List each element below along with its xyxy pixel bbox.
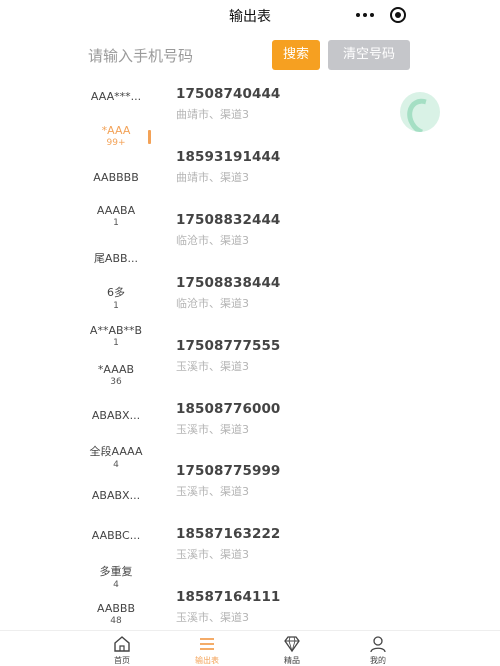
- number-list-item[interactable]: 17508777555 玉溪市、渠道3: [176, 338, 416, 398]
- number-location: 曲靖市、渠道3: [176, 171, 249, 184]
- number-location: 临沧市、渠道3: [176, 234, 249, 247]
- category-item[interactable]: 全段AAAA 4: [76, 443, 156, 470]
- category-item[interactable]: *AAAB 36: [76, 363, 156, 387]
- number-location: 曲靖市、渠道3: [176, 108, 249, 121]
- category-item-active[interactable]: *AAA 99+: [76, 124, 156, 148]
- category-label: 多重复: [99, 565, 133, 578]
- category-count: 1: [113, 301, 119, 311]
- category-label: *AAAB: [97, 363, 135, 376]
- phone-number: 18587164111: [176, 589, 281, 605]
- category-label: ABABX...: [91, 409, 141, 422]
- category-count: 48: [110, 616, 122, 626]
- category-label: AABBC...: [91, 529, 141, 542]
- number-location: 玉溪市、渠道3: [176, 548, 249, 561]
- category-label: A**AB**B: [89, 324, 143, 337]
- category-count: 1: [113, 218, 119, 228]
- number-list-item[interactable]: 18593191444 曲靖市、渠道3: [176, 149, 416, 209]
- clear-numbers-button[interactable]: 清空号码: [328, 40, 410, 70]
- close-target-icon[interactable]: [390, 7, 406, 23]
- category-count: 4: [113, 460, 119, 470]
- more-icon[interactable]: [354, 6, 378, 22]
- number-location: 临沧市、渠道3: [176, 297, 249, 310]
- category-item[interactable]: ABABX...: [76, 489, 156, 502]
- phone-number: 17508740444: [176, 86, 281, 102]
- tab-label: 精品: [284, 656, 300, 665]
- tab-output[interactable]: 输出表: [177, 635, 237, 666]
- category-label: AAA***...: [90, 90, 142, 103]
- tab-premium[interactable]: 精品: [262, 635, 322, 666]
- number-location: 玉溪市、渠道3: [176, 485, 249, 498]
- phone-number: 18508776000: [176, 401, 281, 417]
- number-list-item[interactable]: 18587163222 玉溪市、渠道3: [176, 526, 416, 586]
- user-icon: [370, 636, 386, 653]
- category-item[interactable]: AABBC...: [76, 529, 156, 542]
- category-item[interactable]: ABABX...: [76, 409, 156, 422]
- category-item[interactable]: AAA***...: [76, 90, 156, 103]
- tab-home[interactable]: 首页: [92, 635, 152, 666]
- category-item[interactable]: A**AB**B 1: [76, 324, 156, 348]
- category-label: 6多: [107, 286, 125, 299]
- tab-label: 输出表: [195, 656, 219, 665]
- number-location: 玉溪市、渠道3: [176, 611, 249, 624]
- bottom-tab-bar: 首页 输出表 精品 我的: [0, 630, 500, 666]
- page-title: 输出表: [229, 9, 271, 25]
- tab-label: 首页: [114, 656, 130, 665]
- floating-contact-icon[interactable]: [400, 92, 440, 132]
- category-label: 全段AAAA: [89, 445, 143, 458]
- category-item[interactable]: AABBB 48: [76, 602, 156, 626]
- list-icon: [200, 638, 214, 650]
- category-label: *AAA: [101, 124, 131, 137]
- category-count: 4: [113, 580, 119, 590]
- active-indicator: [148, 130, 151, 144]
- phone-number: 18587163222: [176, 526, 281, 542]
- number-location: 玉溪市、渠道3: [176, 360, 249, 373]
- phone-number: 17508832444: [176, 212, 281, 228]
- number-location: 玉溪市、渠道3: [176, 423, 249, 436]
- phone-number: 17508838444: [176, 275, 281, 291]
- number-list-item[interactable]: 17508775999 玉溪市、渠道3: [176, 463, 416, 523]
- category-label: AABBBB: [93, 171, 139, 184]
- category-label: AABBB: [97, 602, 135, 615]
- category-item[interactable]: 6多 1: [76, 284, 156, 311]
- phone-number: 17508777555: [176, 338, 281, 354]
- category-label: 尾ABB...: [93, 252, 139, 265]
- tab-mine[interactable]: 我的: [348, 635, 408, 666]
- tab-label: 我的: [370, 656, 386, 665]
- number-list-item[interactable]: 17508832444 临沧市、渠道3: [176, 212, 416, 272]
- category-item[interactable]: AAABA 1: [76, 204, 156, 228]
- category-count: 1: [113, 338, 119, 348]
- category-item[interactable]: 尾ABB...: [76, 250, 156, 266]
- category-count: 99+: [106, 138, 126, 148]
- number-list-item[interactable]: 18508776000 玉溪市、渠道3: [176, 401, 416, 461]
- search-bar: 搜索 清空号码: [0, 36, 500, 76]
- diamond-icon: [284, 636, 300, 653]
- search-button[interactable]: 搜索: [272, 40, 320, 70]
- category-item[interactable]: AABBBB: [76, 171, 156, 184]
- number-list-item[interactable]: 17508740444 曲靖市、渠道3: [176, 86, 416, 146]
- phone-number: 17508775999: [176, 463, 281, 479]
- category-sidebar: AAA***... *AAA 99+ AABBBB AAABA 1 尾ABB... …: [76, 80, 156, 630]
- top-bar: 输出表: [0, 0, 500, 32]
- home-icon: [114, 636, 130, 652]
- category-label: AAABA: [96, 204, 136, 217]
- phone-search-input[interactable]: [88, 42, 264, 70]
- category-item[interactable]: 多重复 4: [76, 563, 156, 590]
- number-list-item[interactable]: 17508838444 临沧市、渠道3: [176, 275, 416, 335]
- phone-number: 18593191444: [176, 149, 281, 165]
- category-label: ABABX...: [91, 489, 141, 502]
- category-count: 36: [110, 377, 122, 387]
